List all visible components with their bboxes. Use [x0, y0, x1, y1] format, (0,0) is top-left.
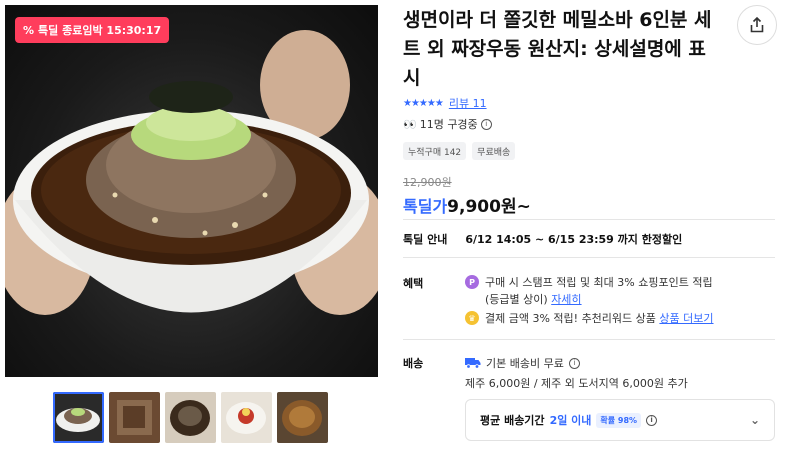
shipping-label: 배송: [403, 357, 424, 370]
deal-period: 6/12 14:05 ~ 6/15 23:59 까지 한정할인: [465, 233, 683, 246]
product-tags: 누적구매 142 무료배송: [403, 142, 516, 160]
thumbnail-image: [277, 392, 328, 443]
thumbnail-5[interactable]: [277, 392, 328, 443]
star-rating: ★★★★★: [403, 97, 444, 109]
eyes-icon: 👀: [403, 117, 417, 131]
avg-delivery-label: 평균 배송기간: [480, 414, 545, 427]
benefit-stamp-text: 구매 시 스탬프 적립 및 최대 3% 쇼핑포인트 적립: [485, 276, 713, 289]
crown-icon: ♛: [465, 311, 479, 325]
product-title: 생면이라 더 쫄깃한 메밀소바 6인분 세트 외 짜장우동 원산지: 상세설명에…: [403, 9, 712, 89]
more-products-link[interactable]: 상품 더보기: [659, 312, 713, 325]
shipping-extra: 제주 6,000원 / 제주 외 도서지역 6,000원 추가: [465, 375, 688, 391]
shipping-basic: 기본 배송비 무료 i: [465, 355, 580, 371]
divider: [403, 219, 775, 220]
shipping-basic-text: 기본 배송비 무료: [486, 357, 564, 370]
benefits-label: 혜택: [403, 277, 424, 290]
point-icon: P: [465, 275, 479, 289]
deal-ending-badge: % 특딜 종료임박 15:30:17: [15, 17, 170, 43]
thumbnail-strip: [53, 392, 328, 443]
divider: [403, 339, 775, 340]
thumbnail-image: [165, 392, 216, 443]
truck-icon: [465, 358, 481, 369]
benefit-reward: ♛ 결제 금액 3% 적립! 추천리워드 상품 상품 더보기: [465, 310, 714, 327]
price-label: 톡딜가: [403, 197, 448, 216]
delivery-estimate-dropdown[interactable]: 평균 배송기간 2일 이내 확률 98% i ⌄: [465, 399, 775, 441]
benefit-stamp-sub: (등급별 상이): [485, 293, 548, 306]
thumbnail-1[interactable]: [53, 392, 104, 443]
watching-count: 👀 11명 구경중 i: [403, 116, 492, 132]
percent-icon: %: [23, 23, 35, 37]
info-icon[interactable]: i: [646, 414, 658, 426]
info-icon[interactable]: i: [480, 118, 492, 130]
share-button[interactable]: [737, 5, 777, 45]
review-link[interactable]: 리뷰 11: [449, 95, 487, 111]
rating-row: ★★★★★ 리뷰 11: [403, 95, 487, 111]
tag-free-shipping: 무료배송: [472, 142, 516, 160]
thumbnail-image: [53, 392, 104, 443]
price-value: 9,900원~: [447, 197, 531, 217]
benefit-stamp: P 구매 시 스탬프 적립 및 최대 3% 쇼핑포인트 적립 (등급별 상이) …: [465, 274, 713, 308]
share-icon: [750, 16, 764, 33]
benefit-reward-text: 결제 금액 3% 적립! 추천리워드 상품: [485, 312, 656, 325]
soba-bowl-photo: [5, 30, 378, 315]
chevron-down-icon: ⌄: [749, 413, 760, 427]
deal-info-row: 톡딜 안내 6/12 14:05 ~ 6/15 23:59 까지 한정할인: [403, 231, 682, 247]
tag-cumulative-purchase: 누적구매 142: [403, 142, 467, 160]
main-product-image[interactable]: % 특딜 종료임박 15:30:17: [5, 5, 378, 377]
thumbnail-4[interactable]: [221, 392, 272, 443]
thumbnail-image: [221, 392, 272, 443]
divider: [403, 257, 775, 258]
thumbnail-2[interactable]: [109, 392, 160, 443]
deal-badge-text: 특딜 종료임박 15:30:17: [38, 24, 162, 37]
probability-badge: 확률 98%: [596, 412, 642, 428]
thumbnail-3[interactable]: [165, 392, 216, 443]
shipping-extra-text: 제주 6,000원 / 제주 외 도서지역 6,000원 추가: [465, 377, 688, 390]
avg-delivery-value: 2일 이내: [549, 414, 592, 427]
deal-info-label: 톡딜 안내: [403, 233, 448, 246]
info-icon[interactable]: i: [568, 357, 580, 369]
details-link[interactable]: 자세히: [551, 293, 581, 306]
original-price: 12,900원: [403, 176, 452, 189]
watching-text: 11명 구경중: [419, 118, 478, 131]
thumbnail-image: [109, 392, 160, 443]
price-row: 톡딜가 9,900원~: [403, 192, 531, 217]
